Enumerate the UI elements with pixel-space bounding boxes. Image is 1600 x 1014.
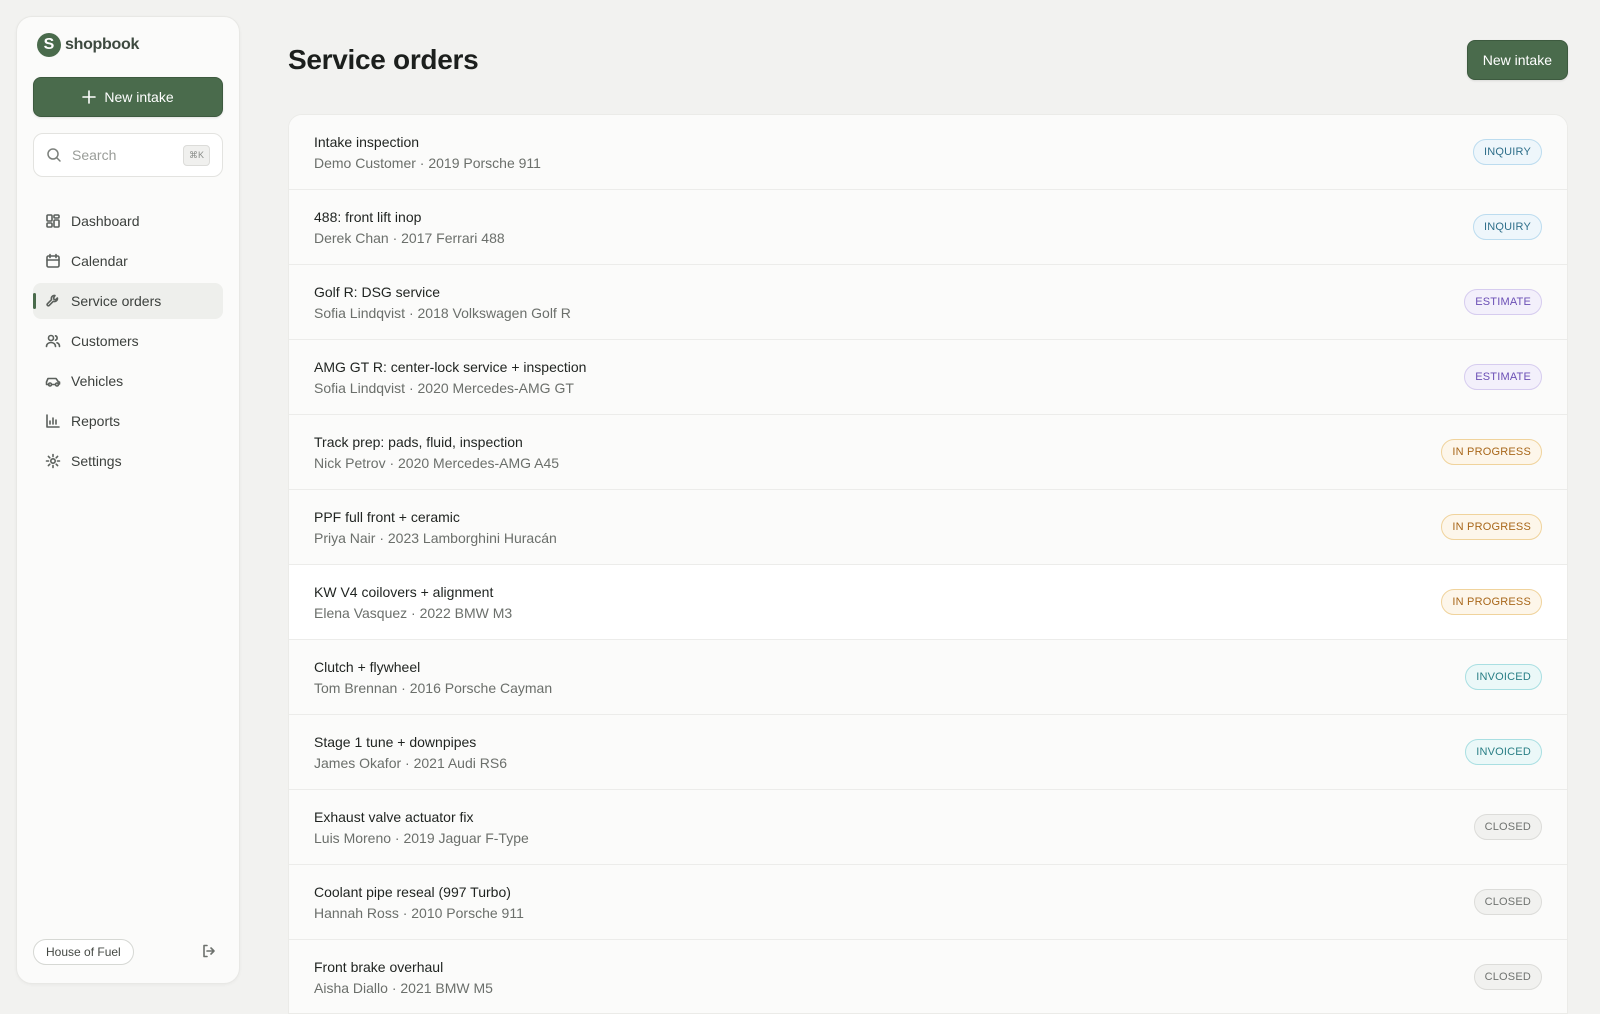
status-badge: INVOICED: [1465, 664, 1542, 690]
sidebar: S shopbook New intake ⌘K Dashboard Calen…: [16, 16, 240, 984]
sidebar-item-label: Reports: [71, 413, 121, 429]
order-title: AMG GT R: center-lock service + inspecti…: [314, 358, 587, 375]
order-subtitle: Derek Chan · 2017 Ferrari 488: [314, 229, 505, 246]
search-box[interactable]: ⌘K: [33, 133, 223, 177]
order-subtitle: Sofia Lindqvist · 2020 Mercedes-AMG GT: [314, 379, 574, 396]
status-badge: CLOSED: [1473, 964, 1542, 990]
order-row[interactable]: Exhaust valve actuator fix Luis Moreno ·…: [289, 790, 1567, 865]
order-subtitle: Hannah Ross · 2010 Porsche 911: [314, 904, 524, 921]
status-badge: INQUIRY: [1472, 214, 1542, 240]
status-badge: IN PROGRESS: [1441, 439, 1542, 465]
status-badge: ESTIMATE: [1464, 289, 1542, 315]
search-icon: [47, 148, 61, 162]
order-subtitle: Priya Nair · 2023 Lamborghini Huracán: [314, 529, 557, 546]
order-text: Track prep: pads, fluid, inspection Nick…: [314, 434, 559, 471]
order-title: KW V4 coilovers + alignment: [314, 583, 494, 600]
users-icon: [45, 333, 61, 349]
status-badge: IN PROGRESS: [1441, 514, 1542, 540]
sidebar-item-label: Vehicles: [71, 373, 124, 389]
order-text: Exhaust valve actuator fix Luis Moreno ·…: [314, 809, 529, 846]
brand-logo[interactable]: S shopbook: [37, 33, 139, 57]
order-text: Golf R: DSG service Sofia Lindqvist · 20…: [314, 284, 571, 321]
brand-name: shopbook: [65, 36, 140, 53]
sidebar-item-vehicles[interactable]: Vehicles: [33, 363, 223, 399]
order-subtitle: James Okafor · 2021 Audi RS6: [314, 754, 507, 771]
sidebar-new-intake-label: New intake: [104, 89, 174, 105]
status-badge: IN PROGRESS: [1441, 589, 1542, 615]
order-row[interactable]: Golf R: DSG service Sofia Lindqvist · 20…: [289, 265, 1567, 340]
sidebar-new-intake-button[interactable]: New intake: [33, 77, 223, 117]
order-row[interactable]: Intake inspection Demo Customer · 2019 P…: [289, 115, 1567, 190]
order-title: PPF full front + ceramic: [314, 508, 460, 525]
sidebar-item-label: Service orders: [71, 293, 162, 309]
order-text: Coolant pipe reseal (997 Turbo) Hannah R…: [314, 884, 524, 921]
sidebar-item-customers[interactable]: Customers: [33, 323, 223, 359]
status-badge: ESTIMATE: [1464, 364, 1542, 390]
status-badge: CLOSED: [1473, 814, 1542, 840]
car-icon: [45, 373, 61, 389]
order-text: PPF full front + ceramic Priya Nair · 20…: [314, 509, 557, 546]
sidebar-item-label: Customers: [71, 333, 139, 349]
order-text: Stage 1 tune + downpipes James Okafor · …: [314, 734, 507, 771]
order-row[interactable]: KW V4 coilovers + alignment Elena Vasque…: [289, 565, 1567, 640]
logout-button[interactable]: [201, 943, 219, 961]
sidebar-item-calendar[interactable]: Calendar: [33, 243, 223, 279]
order-subtitle: Nick Petrov · 2020 Mercedes-AMG A45: [314, 454, 560, 471]
sidebar-item-label: Dashboard: [71, 213, 140, 229]
order-text: KW V4 coilovers + alignment Elena Vasque…: [314, 584, 512, 621]
order-text: Front brake overhaul Aisha Diallo · 2021…: [314, 959, 493, 996]
order-title: Track prep: pads, fluid, inspection: [314, 433, 523, 450]
order-row[interactable]: Coolant pipe reseal (997 Turbo) Hannah R…: [289, 865, 1567, 940]
page-title: Service orders: [288, 44, 479, 75]
order-text: Intake inspection Demo Customer · 2019 P…: [314, 134, 541, 171]
order-text: Clutch + flywheel Tom Brennan · 2016 Por…: [314, 659, 552, 696]
status-badge: CLOSED: [1473, 889, 1542, 915]
order-row[interactable]: Clutch + flywheel Tom Brennan · 2016 Por…: [289, 640, 1567, 715]
order-subtitle: Luis Moreno · 2019 Jaguar F-Type: [314, 829, 529, 846]
order-row[interactable]: AMG GT R: center-lock service + inspecti…: [289, 340, 1567, 415]
order-text: AMG GT R: center-lock service + inspecti…: [314, 359, 586, 396]
plus-icon: [82, 90, 97, 104]
sidebar-item-label: Calendar: [71, 253, 128, 269]
order-subtitle: Tom Brennan · 2016 Porsche Cayman: [314, 679, 553, 696]
wrench-icon: [45, 293, 61, 309]
order-title: Front brake overhaul: [314, 958, 444, 975]
order-row[interactable]: PPF full front + ceramic Priya Nair · 20…: [289, 490, 1567, 565]
order-row[interactable]: 488: front lift inop Derek Chan · 2017 F…: [289, 190, 1567, 265]
logo-mark-icon: S: [37, 33, 61, 57]
order-title: Exhaust valve actuator fix: [314, 808, 474, 825]
logout-icon: [203, 944, 215, 958]
status-badge: INQUIRY: [1472, 139, 1542, 165]
order-title: Golf R: DSG service: [314, 283, 441, 300]
order-subtitle: Aisha Diallo · 2021 BMW M5: [314, 979, 493, 996]
sidebar-item-reports[interactable]: Reports: [33, 403, 223, 439]
sidebar-nav: Dashboard Calendar Service orders Custom…: [33, 203, 223, 483]
search-input[interactable]: [72, 147, 172, 163]
order-subtitle: Elena Vasquez · 2022 BMW M3: [314, 604, 513, 621]
sidebar-item-settings[interactable]: Settings: [33, 443, 223, 479]
shop-switcher[interactable]: House of Fuel: [33, 939, 134, 965]
gear-icon: [45, 453, 61, 469]
order-title: Clutch + flywheel: [314, 658, 421, 675]
status-badge: INVOICED: [1465, 739, 1542, 765]
search-shortcut-hint: ⌘K: [182, 144, 210, 166]
order-row[interactable]: Front brake overhaul Aisha Diallo · 2021…: [289, 940, 1567, 1013]
order-row[interactable]: Track prep: pads, fluid, inspection Nick…: [289, 415, 1567, 490]
order-title: Stage 1 tune + downpipes: [314, 733, 477, 750]
order-subtitle: Demo Customer · 2019 Porsche 911: [314, 154, 541, 171]
order-text: 488: front lift inop Derek Chan · 2017 F…: [314, 209, 505, 246]
sidebar-item-dashboard[interactable]: Dashboard: [33, 203, 223, 239]
bar-chart-icon: [45, 413, 61, 429]
dashboard-icon: [45, 213, 61, 229]
sidebar-item-service-orders[interactable]: Service orders: [33, 283, 223, 319]
service-orders-list: Intake inspection Demo Customer · 2019 P…: [288, 114, 1568, 1014]
order-title: Intake inspection: [314, 133, 420, 150]
header-new-intake-button[interactable]: New intake: [1466, 40, 1568, 80]
order-subtitle: Sofia Lindqvist · 2018 Volkswagen Golf R: [314, 304, 571, 321]
sidebar-item-label: Settings: [71, 453, 122, 469]
order-row[interactable]: Stage 1 tune + downpipes James Okafor · …: [289, 715, 1567, 790]
order-title: Coolant pipe reseal (997 Turbo): [314, 883, 511, 900]
order-title: 488: front lift inop: [314, 208, 422, 225]
calendar-icon: [45, 253, 61, 269]
